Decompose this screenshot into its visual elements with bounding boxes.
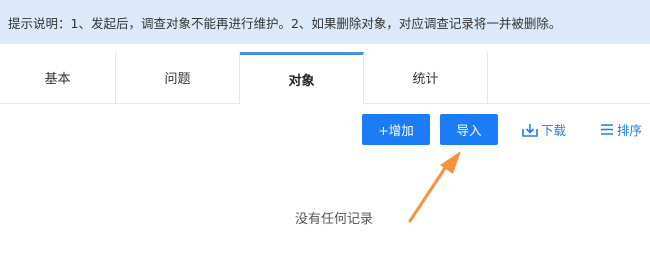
tab-objects[interactable]: 对象 (240, 52, 364, 104)
tab-objects-label: 对象 (288, 73, 315, 89)
annotation-arrow (408, 151, 461, 223)
